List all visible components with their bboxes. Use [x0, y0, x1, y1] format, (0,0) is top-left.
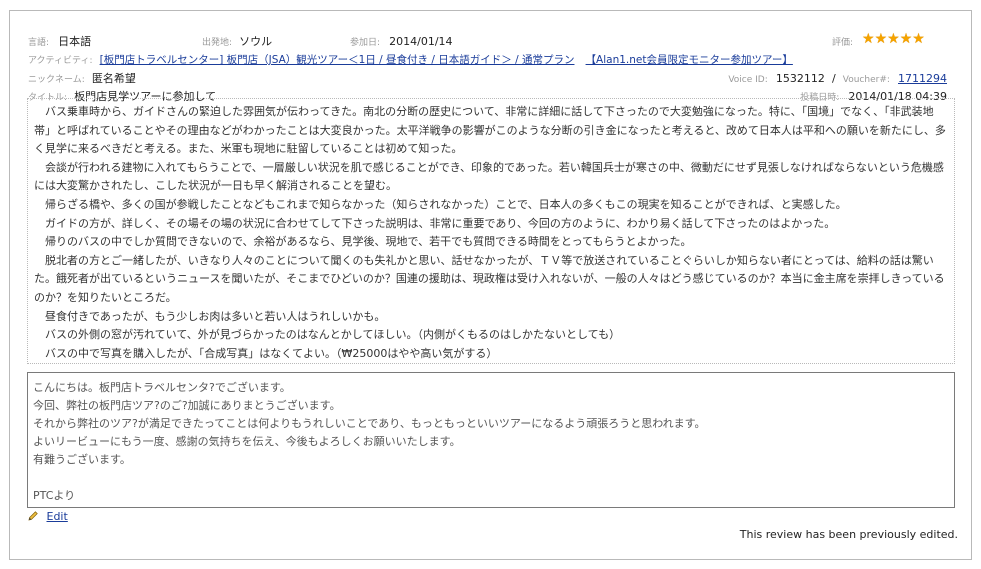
reply-line: [33, 469, 949, 487]
departure-value: ソウル: [239, 35, 273, 48]
departure-label: 出発地:: [202, 38, 233, 48]
voice-id-label: Voice ID:: [728, 75, 768, 85]
voucher-link[interactable]: 1711294: [898, 72, 947, 85]
nickname-label: ニックネーム:: [28, 75, 85, 85]
voucher-separator: /: [831, 72, 836, 85]
activity-campaign-link[interactable]: 【Alan1.net会員限定モニター参加ツアー】: [586, 54, 793, 66]
review-paragraph: ガイドの方が、詳しく、その場その場の状況に合わせてして下さった説明は、非常に重要…: [45, 216, 836, 230]
departure-field: 出発地: ソウル: [202, 30, 272, 49]
rating-stars: ★★★★★: [862, 28, 925, 47]
review-paragraph: 脱北者の方とご一緒したが、いきなり人々のことについて聞くのも失礼かと思い、話せな…: [34, 253, 945, 304]
star-icon: ★: [887, 31, 900, 47]
review-paragraph: 会談が行われる建物に入れてもらうことで、一層厳しい状況を肌で感じることができ、印…: [34, 160, 944, 193]
review-paragraph: 帰らざる橋や、多くの国が参戦したことなどもこれまで知らなかった（知らされなかった…: [45, 197, 847, 211]
edit-action[interactable]: Edit: [27, 510, 68, 523]
reply-line: PTCより: [33, 489, 76, 502]
star-icon: ★: [899, 31, 913, 47]
reply-line: こんにちは。板門店トラベルセンタ?でございます。: [33, 381, 291, 394]
review-body: バス乗車時から、ガイドさんの緊迫した雰囲気が伝わってきた。南北の分断の歴史につい…: [27, 98, 955, 364]
voice-id-field: Voice ID: 1532112 / Voucher#: 1711294: [728, 67, 947, 86]
rating-label: 評価:: [832, 38, 854, 48]
star-icon: ★: [862, 31, 875, 47]
edit-link[interactable]: Edit: [47, 510, 68, 523]
language-value: 日本語: [58, 35, 92, 48]
activity-link[interactable]: [板門店トラベルセンター] 板門店（JSA）観光ツアー＜1日 / 昼食付き / …: [100, 54, 575, 66]
edited-notice: This review has been previously edited.: [739, 528, 958, 541]
date-value: 2014/01/14: [389, 35, 453, 48]
operator-reply: こんにちは。板門店トラベルセンタ?でございます。 今回、弊社の板門店ツア?のご?…: [27, 372, 955, 508]
language-field: 言語: 日本語: [28, 30, 91, 49]
nickname-value: 匿名希望: [91, 72, 136, 85]
voice-id-value: 1532112: [775, 72, 825, 85]
reply-line: それから弊社のツア?が満足できたってことは何よりもうれしいことであり、もっともっ…: [33, 417, 706, 430]
voucher-label: Voucher#:: [842, 75, 890, 85]
nickname-field: ニックネーム: 匿名希望: [28, 67, 136, 86]
pencil-icon: [27, 510, 39, 522]
date-field: 参加日: 2014/01/14: [350, 30, 453, 49]
star-icon: ★: [874, 31, 888, 47]
reply-line: 有難うございます。: [33, 453, 131, 466]
review-paragraph: バス乗車時から、ガイドさんの緊迫した雰囲気が伝わってきた。南北の分断の歴史につい…: [34, 105, 946, 156]
activity-label: アクティビティ:: [28, 56, 93, 66]
review-paragraph: 昼食付きであったが、もう少しお肉は多いと若い人はうれしいかも。: [45, 309, 386, 323]
review-paragraph: 帰りのバスの中でしか質問できないので、余裕があるなら、見学後、現地で、若干でも質…: [45, 235, 692, 249]
date-label: 参加日:: [350, 38, 381, 48]
reply-line: よいリービューにもう一度、感謝の気持ちを伝え、今後もよろしくお願いいたします。: [33, 435, 461, 448]
language-label: 言語:: [28, 38, 50, 48]
star-icon: ★: [912, 31, 925, 47]
reply-line: 今回、弊社の板門店ツア?のご?加誠にありまとうございます。: [33, 399, 341, 412]
review-paragraph: バスの中で写真を購入したが、「合成写真」はなくてよい。（₩25000はやや高い気…: [45, 346, 498, 360]
activity-field: アクティビティ: [板門店トラベルセンター] 板門店（JSA）観光ツアー＜1日 …: [28, 48, 793, 67]
rating-label-wrap: 評価:: [832, 30, 853, 49]
review-paragraph: バスの外側の窓が汚れていて、外が見づらかったのはなんとかしてほしい。（内側がくも…: [45, 328, 621, 342]
